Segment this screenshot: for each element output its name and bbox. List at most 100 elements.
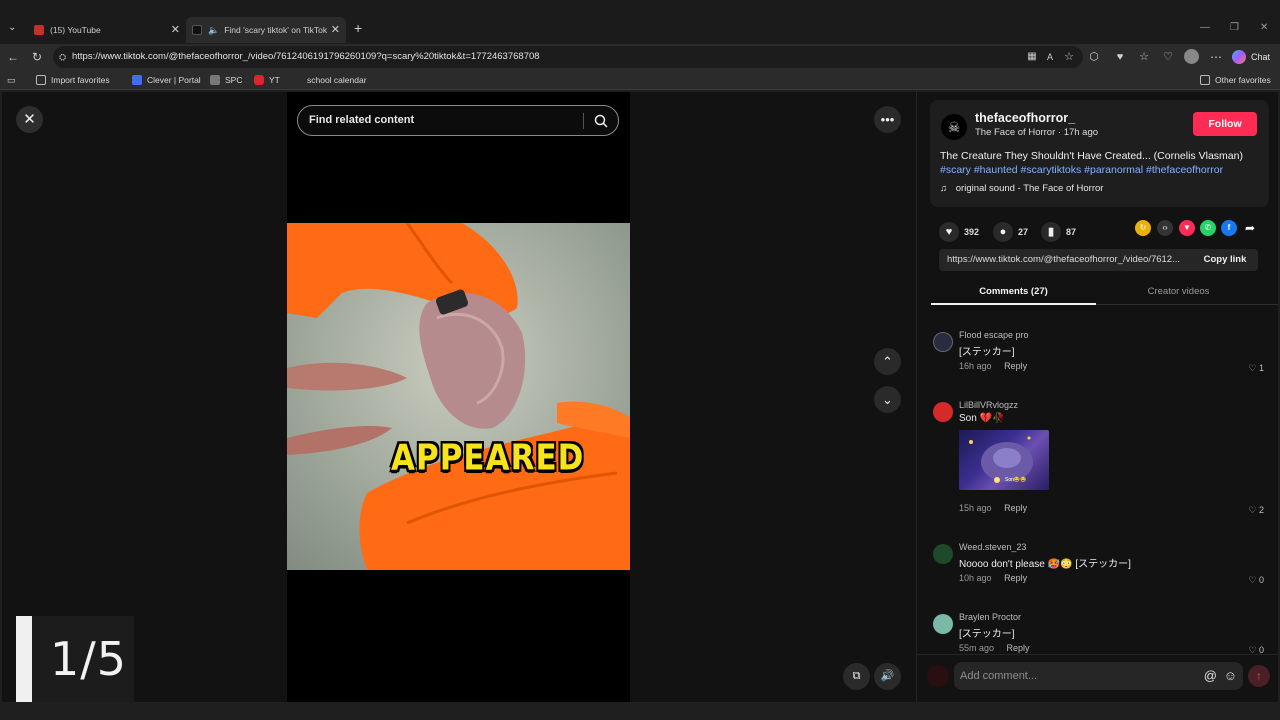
commenter-avatar[interactable]	[933, 332, 953, 352]
video-player[interactable]: Find related content APPEARED	[287, 92, 630, 702]
volume-button[interactable]: 🔊	[874, 663, 901, 690]
whatsapp-icon[interactable]: ✆	[1200, 220, 1216, 236]
other-favorites[interactable]: Other favorites	[1200, 73, 1271, 87]
close-tab-icon[interactable]: ✕	[331, 23, 340, 36]
commenter-name[interactable]: Braylen Proctor	[959, 612, 1021, 622]
facebook-icon[interactable]: f	[1221, 220, 1237, 236]
post-hashtags[interactable]: #scary #haunted #scarytiktoks #paranorma…	[940, 163, 1262, 177]
search-divider	[583, 113, 584, 129]
related-search-input[interactable]: Find related content	[297, 105, 619, 136]
copilot-icon	[1232, 50, 1246, 64]
reply-button[interactable]: Reply	[1004, 503, 1027, 513]
author-avatar[interactable]: ☠	[941, 114, 967, 140]
youtube-icon	[34, 25, 44, 35]
copilot-chat-button[interactable]: Chat	[1232, 48, 1270, 66]
picture-in-picture-button[interactable]: ⧉	[843, 663, 870, 690]
site-info-icon[interactable]: ⛭	[59, 46, 66, 68]
new-tab-button[interactable]: +	[354, 20, 362, 36]
close-window-icon[interactable]: ✕	[1260, 22, 1268, 33]
commenter-name[interactable]: Flood escape pro	[959, 330, 1029, 340]
emoji-icon[interactable]: ☺	[1224, 662, 1237, 690]
comment-age: 15h ago	[959, 503, 992, 513]
tab-comments[interactable]: Comments (27)	[931, 278, 1096, 305]
reply-button[interactable]: Reply	[1004, 361, 1027, 371]
commenter-avatar[interactable]	[933, 402, 953, 422]
profile-avatar[interactable]	[1184, 49, 1199, 64]
favorite-label: school calendar	[307, 75, 367, 85]
extensions-icon[interactable]: ⬡	[1086, 48, 1102, 66]
current-user-avatar	[927, 665, 949, 687]
share-icon[interactable]: ➦	[1242, 220, 1258, 236]
comment-meta: 16h ago Reply	[959, 361, 1027, 371]
comment-icon: ●	[993, 222, 1013, 242]
sound-link[interactable]: ♫ original sound - The Face of Horror	[940, 183, 1103, 194]
comment-input[interactable]: Add comment... @ ☺	[954, 662, 1243, 690]
search-placeholder: Find related content	[309, 114, 415, 126]
next-video-button[interactable]: ⌄	[874, 386, 901, 413]
comment-like-button[interactable]: ♡ 0	[1248, 645, 1264, 654]
tab-label: Find 'scary tiktok' on TikTok |	[224, 25, 329, 35]
author-username[interactable]: thefaceofhorror_	[975, 111, 1075, 125]
panel-tabs: Comments (27) Creator videos	[931, 278, 1278, 305]
comment-like-button[interactable]: ♡ 0	[1248, 575, 1264, 586]
like-button[interactable]: ♥ 392	[939, 222, 979, 242]
reply-button[interactable]: Reply	[1007, 643, 1030, 653]
close-video-button[interactable]: ✕	[16, 106, 43, 133]
commenter-name[interactable]: Weed.steven_23	[959, 542, 1026, 552]
refresh-icon[interactable]: ↻	[29, 48, 45, 66]
comment-meta: 10h ago Reply	[959, 573, 1027, 583]
app-available-icon[interactable]: ▦	[1024, 48, 1040, 66]
tab-creator-videos[interactable]: Creator videos	[1096, 278, 1261, 305]
comment-composer: Add comment... @ ☺ ↑	[917, 654, 1278, 702]
close-tab-icon[interactable]: ✕	[171, 23, 180, 36]
more-options-button[interactable]: •••	[874, 106, 901, 133]
previous-video-button[interactable]: ⌃	[874, 348, 901, 375]
author-byline: The Face of Horror · 17h ago	[975, 127, 1099, 138]
back-icon[interactable]: ←	[5, 48, 21, 66]
follow-button[interactable]: Follow	[1193, 112, 1257, 136]
reply-button[interactable]: Reply	[1004, 573, 1027, 583]
share-link-field[interactable]: https://www.tiktok.com/@thefaceofhorror_…	[939, 249, 1258, 271]
youtube-icon	[254, 75, 264, 85]
browser-essentials-icon[interactable]: ♥	[1112, 48, 1128, 66]
commenter-avatar[interactable]	[933, 614, 953, 634]
favorite-spc[interactable]: SPC	[210, 73, 242, 87]
comment-like-button[interactable]: ♡ 1	[1248, 363, 1264, 374]
folder-icon	[36, 75, 46, 85]
browser-tab-youtube[interactable]: (15) YouTube ✕	[28, 17, 186, 43]
comment-button[interactable]: ● 27	[993, 222, 1028, 242]
commenter-name[interactable]: LilBillVRvlogzz	[959, 400, 1018, 410]
tab-actions-chevron-icon[interactable]: ⌄	[8, 22, 16, 33]
read-aloud-icon[interactable]: A	[1042, 48, 1058, 66]
spc-icon	[210, 75, 220, 85]
copy-link-button[interactable]: Copy link	[1192, 249, 1258, 271]
save-button[interactable]: ▮ 87	[1041, 222, 1076, 242]
comment-age: 55m ago	[959, 643, 995, 653]
favorites-icon[interactable]: ☆	[1136, 48, 1152, 66]
search-icon[interactable]	[594, 106, 608, 138]
tiktok-video-page: ✕ Find related content APPEARED ••• ⌃ ⌄ …	[2, 92, 1278, 702]
mention-icon[interactable]: @	[1204, 662, 1217, 690]
favorite-yt[interactable]: YT	[254, 73, 280, 87]
favorite-import[interactable]: Import favorites	[36, 73, 110, 87]
favorite-star-icon[interactable]: ☆	[1061, 48, 1077, 66]
browser-tab-tiktok[interactable]: 🔈 Find 'scary tiktok' on TikTok | ✕	[186, 17, 346, 43]
more-menu-icon[interactable]: ⋯	[1208, 48, 1224, 66]
commenter-avatar[interactable]	[933, 544, 953, 564]
restore-icon[interactable]: ❐	[1230, 22, 1239, 33]
repost-icon[interactable]: ↻	[1135, 220, 1151, 236]
favorite-school-calendar[interactable]: school calendar	[292, 73, 367, 87]
send-to-friends-icon[interactable]: ▼	[1179, 220, 1195, 236]
comment-text: Noooo don't please 🥵😳 [ステッカー]	[959, 559, 1131, 570]
minimize-icon[interactable]: —	[1200, 22, 1210, 33]
reading-list-icon[interactable]: ▭	[7, 73, 16, 87]
health-icon[interactable]: ♡	[1160, 48, 1176, 66]
post-comment-button[interactable]: ↑	[1248, 665, 1270, 687]
url-field[interactable]: ⛭ https://www.tiktok.com/@thefaceofhorro…	[53, 46, 1083, 68]
sound-name: original sound - The Face of Horror	[955, 183, 1104, 194]
favorite-clever[interactable]: Clever | Portal	[132, 73, 201, 87]
embed-icon[interactable]: ‹›	[1157, 220, 1173, 236]
heart-outline-icon: ♡	[1248, 505, 1257, 515]
comment-image[interactable]: Son😂😂	[959, 430, 1049, 490]
comment-like-button[interactable]: ♡ 2	[1248, 505, 1264, 516]
